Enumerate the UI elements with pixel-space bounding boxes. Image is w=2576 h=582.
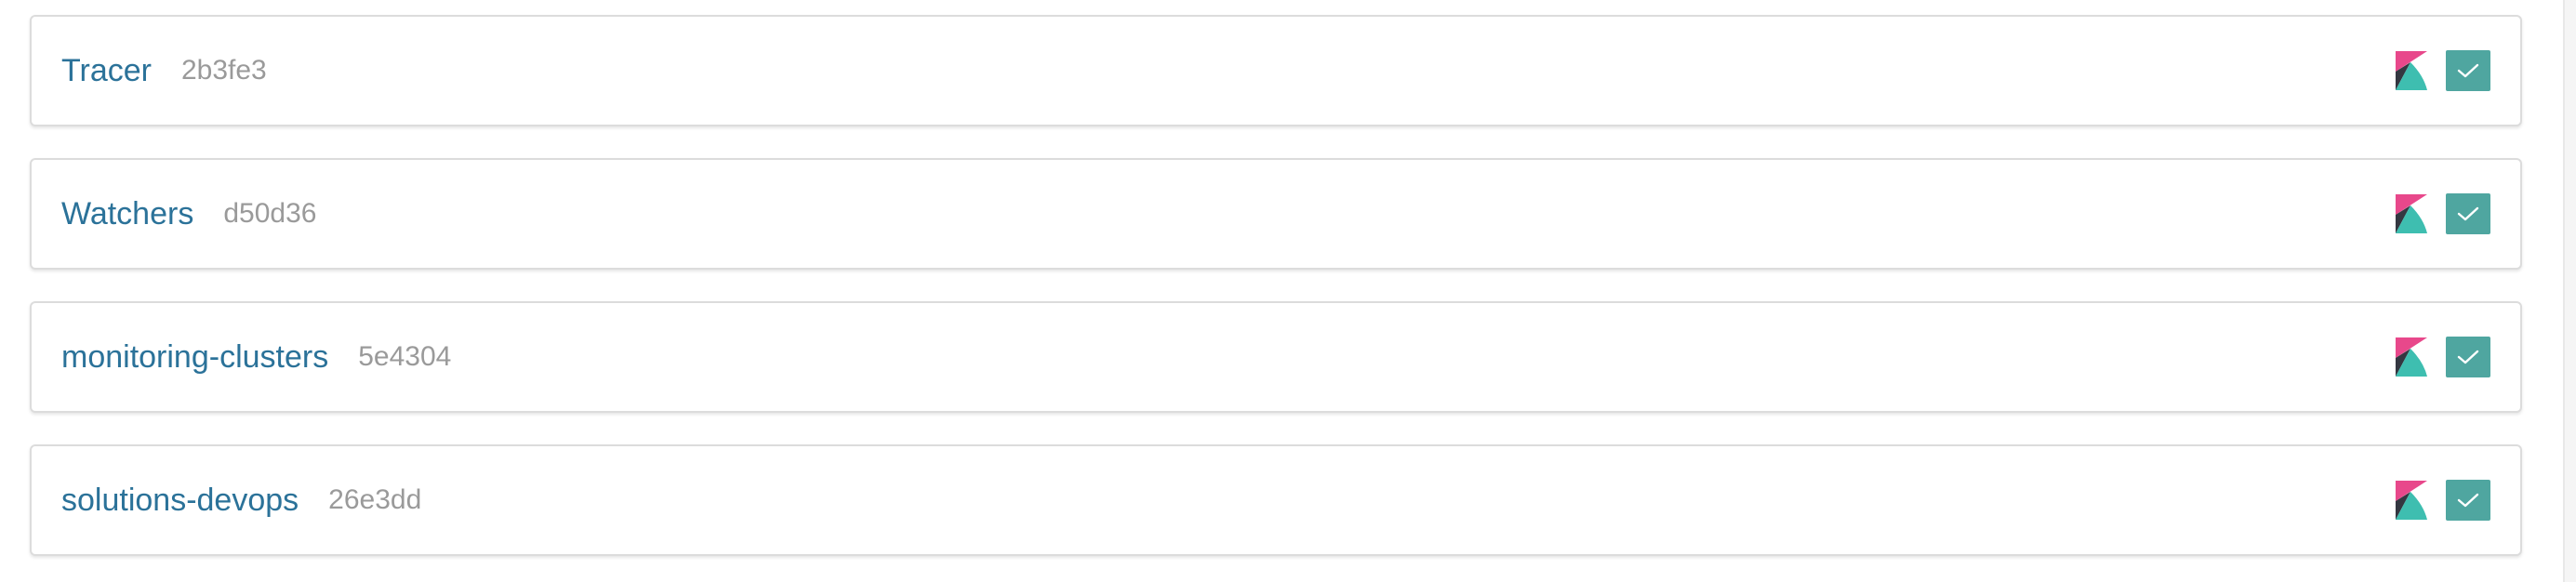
scrollbar-track[interactable] xyxy=(2563,0,2576,582)
deployment-card-watchers[interactable]: Watchers d50d36 xyxy=(30,158,2522,270)
kibana-logo-icon[interactable] xyxy=(2396,194,2427,233)
deployment-id: 5e4304 xyxy=(358,341,452,372)
status-check-icon xyxy=(2446,480,2490,521)
status-check-icon xyxy=(2446,50,2490,91)
deployment-list: Tracer 2b3fe3 Watchers d50d36 monitoring… xyxy=(30,15,2522,582)
deployment-id: 2b3fe3 xyxy=(180,55,267,86)
deployment-name-link[interactable]: solutions-devops xyxy=(61,483,299,519)
deployment-id: 26e3dd xyxy=(328,484,422,515)
deployment-name-link[interactable]: monitoring-clusters xyxy=(61,339,328,376)
deployment-card-solutions-devops[interactable]: solutions-devops 26e3dd xyxy=(30,444,2522,556)
status-check-icon xyxy=(2446,337,2490,377)
deployment-name-link[interactable]: Tracer xyxy=(61,53,152,89)
deployment-card-tracer[interactable]: Tracer 2b3fe3 xyxy=(30,15,2522,126)
kibana-logo-icon[interactable] xyxy=(2396,51,2427,90)
deployment-name-link[interactable]: Watchers xyxy=(61,196,193,232)
kibana-logo-icon[interactable] xyxy=(2396,481,2427,520)
deployment-card-monitoring-clusters[interactable]: monitoring-clusters 5e4304 xyxy=(30,301,2522,413)
status-check-icon xyxy=(2446,193,2490,234)
kibana-logo-icon[interactable] xyxy=(2396,337,2427,377)
deployment-id: d50d36 xyxy=(223,198,317,229)
deployments-page: Tracer 2b3fe3 Watchers d50d36 monitoring… xyxy=(0,0,2576,582)
